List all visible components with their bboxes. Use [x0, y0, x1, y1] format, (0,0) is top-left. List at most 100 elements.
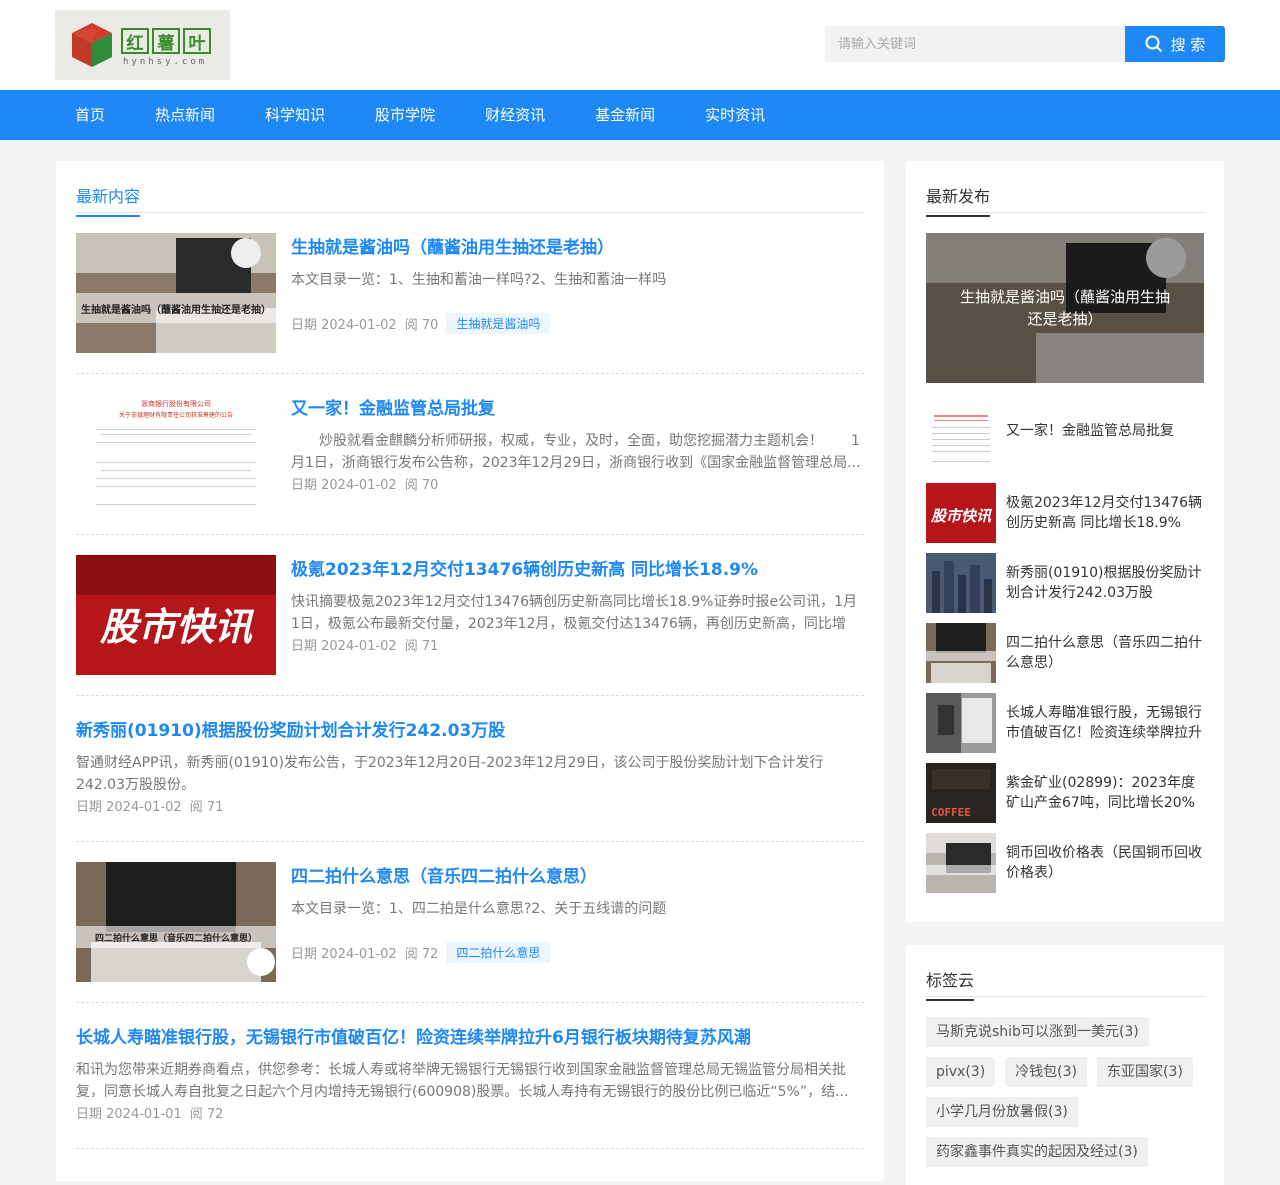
search-button[interactable]: 搜 索 [1125, 26, 1225, 62]
tag-item[interactable]: 小学几月份放暑假(3) [926, 1097, 1078, 1127]
article-meta: 日期 2024-01-01 阅 72 [76, 1103, 864, 1122]
tag-item[interactable]: 药家鑫事件真实的起因及经过(3) [926, 1137, 1148, 1167]
article-title[interactable]: 四二拍什么意思（音乐四二拍什么意思） [291, 862, 864, 892]
svg-text:生抽就是酱油吗（蘸酱油用生抽还是老抽）: 生抽就是酱油吗（蘸酱油用生抽还是老抽） [81, 303, 271, 316]
sidebar-item-title: 四二拍什么意思（音乐四二拍什么意思） [1006, 635, 1202, 671]
article-thumbnail[interactable]: 股市快讯 [76, 555, 276, 675]
tag-item[interactable]: 东亚国家(3) [1097, 1057, 1193, 1087]
svg-text:关于浙银理财有限责任公司获准筹建的公告: 关于浙银理财有限责任公司获准筹建的公告 [119, 411, 233, 419]
svg-text:股市快讯: 股市快讯 [930, 507, 992, 525]
article-reads: 阅 71 [404, 639, 439, 654]
laptop-desk-image: 四二拍什么意思（音乐四二拍什么意思） [76, 862, 276, 982]
article-title[interactable]: 极氪2023年12月交付13476辆创历史新高 同比增长18.9% [291, 555, 864, 585]
nav-item-science[interactable]: 科学知识 [245, 90, 345, 140]
article-meta: 日期 2024-01-02 阅 72 四二拍什么意思 [291, 942, 864, 963]
article-reads: 阅 70 [404, 478, 439, 493]
tag-item[interactable]: 冷钱包(3) [1005, 1057, 1088, 1087]
tag-item[interactable]: pivx(3) [926, 1057, 996, 1087]
article-title[interactable]: 生抽就是酱油吗（蘸酱油用生抽还是老抽） [291, 233, 864, 263]
article-item: 长城人寿瞄准银行股，无锡银行市值破百亿！险资连续举牌拉升6月银行板块期待复苏风潮… [76, 1023, 864, 1149]
sidebar-item[interactable]: 又一家！金融监管总局批复 [926, 411, 1204, 471]
sidebar-item-title: 长城人寿瞄准银行股，无锡银行市值破百亿！险资连续举牌拉升6月银行板块期待复苏风潮 [1006, 705, 1202, 741]
article-date: 日期 2024-01-01 [76, 1107, 182, 1122]
article-reads: 阅 70 [404, 318, 439, 333]
article-reads: 阅 72 [404, 947, 439, 962]
svg-text:浙商银行股份有限公司: 浙商银行股份有限公司 [141, 399, 211, 408]
article-thumbnail[interactable]: 生抽就是酱油吗（蘸酱油用生抽还是老抽） [76, 233, 276, 353]
logo-char: 叶 [183, 28, 211, 54]
article-item: 股市快讯 极氪2023年12月交付13476辆创历史新高 同比增长18.9% 快… [76, 555, 864, 696]
document-image: 浙商银行股份有限公司 关于浙银理财有限责任公司获准筹建的公告 [76, 394, 276, 514]
sidebar-item-title: 新秀丽(01910)根据股份奖励计划合计发行242.03万股 [1006, 565, 1202, 601]
sidebar-item-title: 紫金矿业(02899)：2023年度矿山产金67吨，同比增长20% [1006, 775, 1196, 811]
article-thumbnail[interactable]: 四二拍什么意思（音乐四二拍什么意思） [76, 862, 276, 982]
article-meta: 日期 2024-01-02 阅 71 [76, 796, 864, 815]
search-input[interactable] [825, 26, 1125, 62]
sidebar-item-title: 铜币回收价格表（民国铜币回收价格表） [1006, 845, 1202, 881]
site-header: 红 薯 叶 hynhsy.com 搜 索 [0, 0, 1280, 90]
sidebar-title: 标签云 [926, 967, 975, 1001]
sidebar-header: 最新发布 [926, 161, 1204, 217]
search-button-label: 搜 索 [1170, 35, 1206, 54]
sidebar-thumbnail [926, 553, 996, 613]
nav-item-realtime[interactable]: 实时资讯 [685, 90, 785, 140]
sidebar-item-title: 又一家！金融监管总局批复 [1006, 423, 1174, 439]
article-item: 新秀丽(01910)根据股份奖励计划合计发行242.03万股 智通财经APP讯，… [76, 716, 864, 842]
logo-char: 薯 [152, 28, 180, 54]
sidebar-thumbnail: 股市快讯 [926, 483, 996, 543]
nav-item-finance[interactable]: 财经资讯 [465, 90, 565, 140]
stock-flash-image: 股市快讯 [76, 555, 276, 675]
nav-item-home[interactable]: 首页 [55, 90, 125, 140]
sidebar-thumbnail [926, 411, 996, 471]
sidebar-item[interactable]: 四二拍什么意思（音乐四二拍什么意思） [926, 623, 1204, 683]
article-meta: 日期 2024-01-02 阅 71 [291, 635, 864, 654]
article-title[interactable]: 又一家！金融监管总局批复 [291, 394, 864, 424]
search-bar: 搜 索 [825, 26, 1225, 62]
article-excerpt: 快讯摘要极氪2023年12月交付13476辆创历史新高同比增长18.9%证券时报… [291, 594, 857, 632]
logo-wordmark: 红 薯 叶 [121, 28, 211, 54]
article-tag[interactable]: 四二拍什么意思 [446, 942, 551, 963]
nav-item-hot-news[interactable]: 热点新闻 [135, 90, 235, 140]
article-title[interactable]: 长城人寿瞄准银行股，无锡银行市值破百亿！险资连续举牌拉升6月银行板块期待复苏风潮 [76, 1023, 864, 1053]
svg-text:COFFEE: COFFEE [931, 806, 971, 819]
sidebar-item[interactable]: 新秀丽(01910)根据股份奖励计划合计发行242.03万股 [926, 553, 1204, 613]
logo-domain: hynhsy.com [123, 57, 208, 67]
nav-item-fund-news[interactable]: 基金新闻 [575, 90, 675, 140]
search-icon [1145, 35, 1162, 53]
article-excerpt: 炒股就看金麒麟分析师研报，权威，专业，及时，全面，助您挖掘潜力主题机会！ 1月1… [291, 433, 861, 471]
article-excerpt: 本文目录一览：1、生抽和蓄油一样吗?2、生抽和蓄油一样吗 [291, 272, 667, 288]
sidebar-item[interactable]: 铜币回收价格表（民国铜币回收价格表） [926, 833, 1204, 893]
article-date: 日期 2024-01-02 [291, 318, 397, 333]
svg-text:四二拍什么意思（音乐四二拍什么意思）: 四二拍什么意思（音乐四二拍什么意思） [95, 932, 257, 944]
section-header: 最新内容 [76, 161, 864, 217]
article-meta: 日期 2024-01-02 阅 70 生抽就是酱油吗 [291, 313, 864, 334]
sidebar-title: 最新发布 [926, 183, 991, 217]
article-date: 日期 2024-01-02 [291, 639, 397, 654]
sidebar-latest: 最新发布 生抽就是酱油吗（蘸酱油用生抽还是老抽） 又一家！金融监管总局批复 股市… [906, 161, 1224, 922]
sidebar-tag-cloud: 标签云 马斯克说shib可以涨到一美元(3) pivx(3) 冷钱包(3) 东亚… [906, 945, 1224, 1185]
nav-item-stock-academy[interactable]: 股市学院 [355, 90, 455, 140]
article-excerpt: 和讯为您带来近期券商看点，供您参考：长城人寿或将举牌无锡银行无锡银行收到国家金融… [76, 1062, 849, 1100]
article-date: 日期 2024-01-02 [76, 800, 182, 815]
article-thumbnail[interactable]: 浙商银行股份有限公司 关于浙银理财有限责任公司获准筹建的公告 [76, 394, 276, 514]
article-reads: 阅 71 [189, 800, 224, 815]
site-logo[interactable]: 红 薯 叶 hynhsy.com [55, 10, 230, 80]
article-tag[interactable]: 生抽就是酱油吗 [446, 313, 551, 334]
sidebar-thumbnail [926, 623, 996, 683]
sidebar-item[interactable]: 股市快讯 极氪2023年12月交付13476辆创历史新高 同比增长18.9% [926, 483, 1204, 543]
article-title[interactable]: 新秀丽(01910)根据股份奖励计划合计发行242.03万股 [76, 716, 864, 746]
article-excerpt: 本文目录一览：1、四二拍是什么意思?2、关于五线谱的问题 [291, 901, 667, 917]
article-item: 生抽就是酱油吗（蘸酱油用生抽还是老抽） 生抽就是酱油吗（蘸酱油用生抽还是老抽） … [76, 233, 864, 374]
sidebar-item[interactable]: COFFEE 紫金矿业(02899)：2023年度矿山产金67吨，同比增长20% [926, 763, 1204, 823]
tag-item[interactable]: 马斯克说shib可以涨到一美元(3) [926, 1017, 1149, 1047]
tag-list: 马斯克说shib可以涨到一美元(3) pivx(3) 冷钱包(3) 东亚国家(3… [926, 1017, 1206, 1167]
sidebar-item[interactable]: 长城人寿瞄准银行股，无锡银行市值破百亿！险资连续举牌拉升6月银行板块期待复苏风潮 [926, 693, 1204, 753]
laptop-photo-image: 生抽就是酱油吗（蘸酱油用生抽还是老抽） [76, 233, 276, 353]
sidebar-thumbnail: COFFEE [926, 763, 996, 823]
featured-post[interactable]: 生抽就是酱油吗（蘸酱油用生抽还是老抽） [926, 233, 1204, 383]
article-excerpt: 智通财经APP讯，新秀丽(01910)发布公告，于2023年12月20日-202… [76, 755, 824, 793]
sidebar-item-title: 极氪2023年12月交付13476辆创历史新高 同比增长18.9% [1006, 495, 1202, 531]
main-nav: 首页 热点新闻 科学知识 股市学院 财经资讯 基金新闻 实时资讯 [0, 90, 1280, 140]
sidebar-thumbnail [926, 693, 996, 753]
section-title: 最新内容 [76, 183, 141, 217]
